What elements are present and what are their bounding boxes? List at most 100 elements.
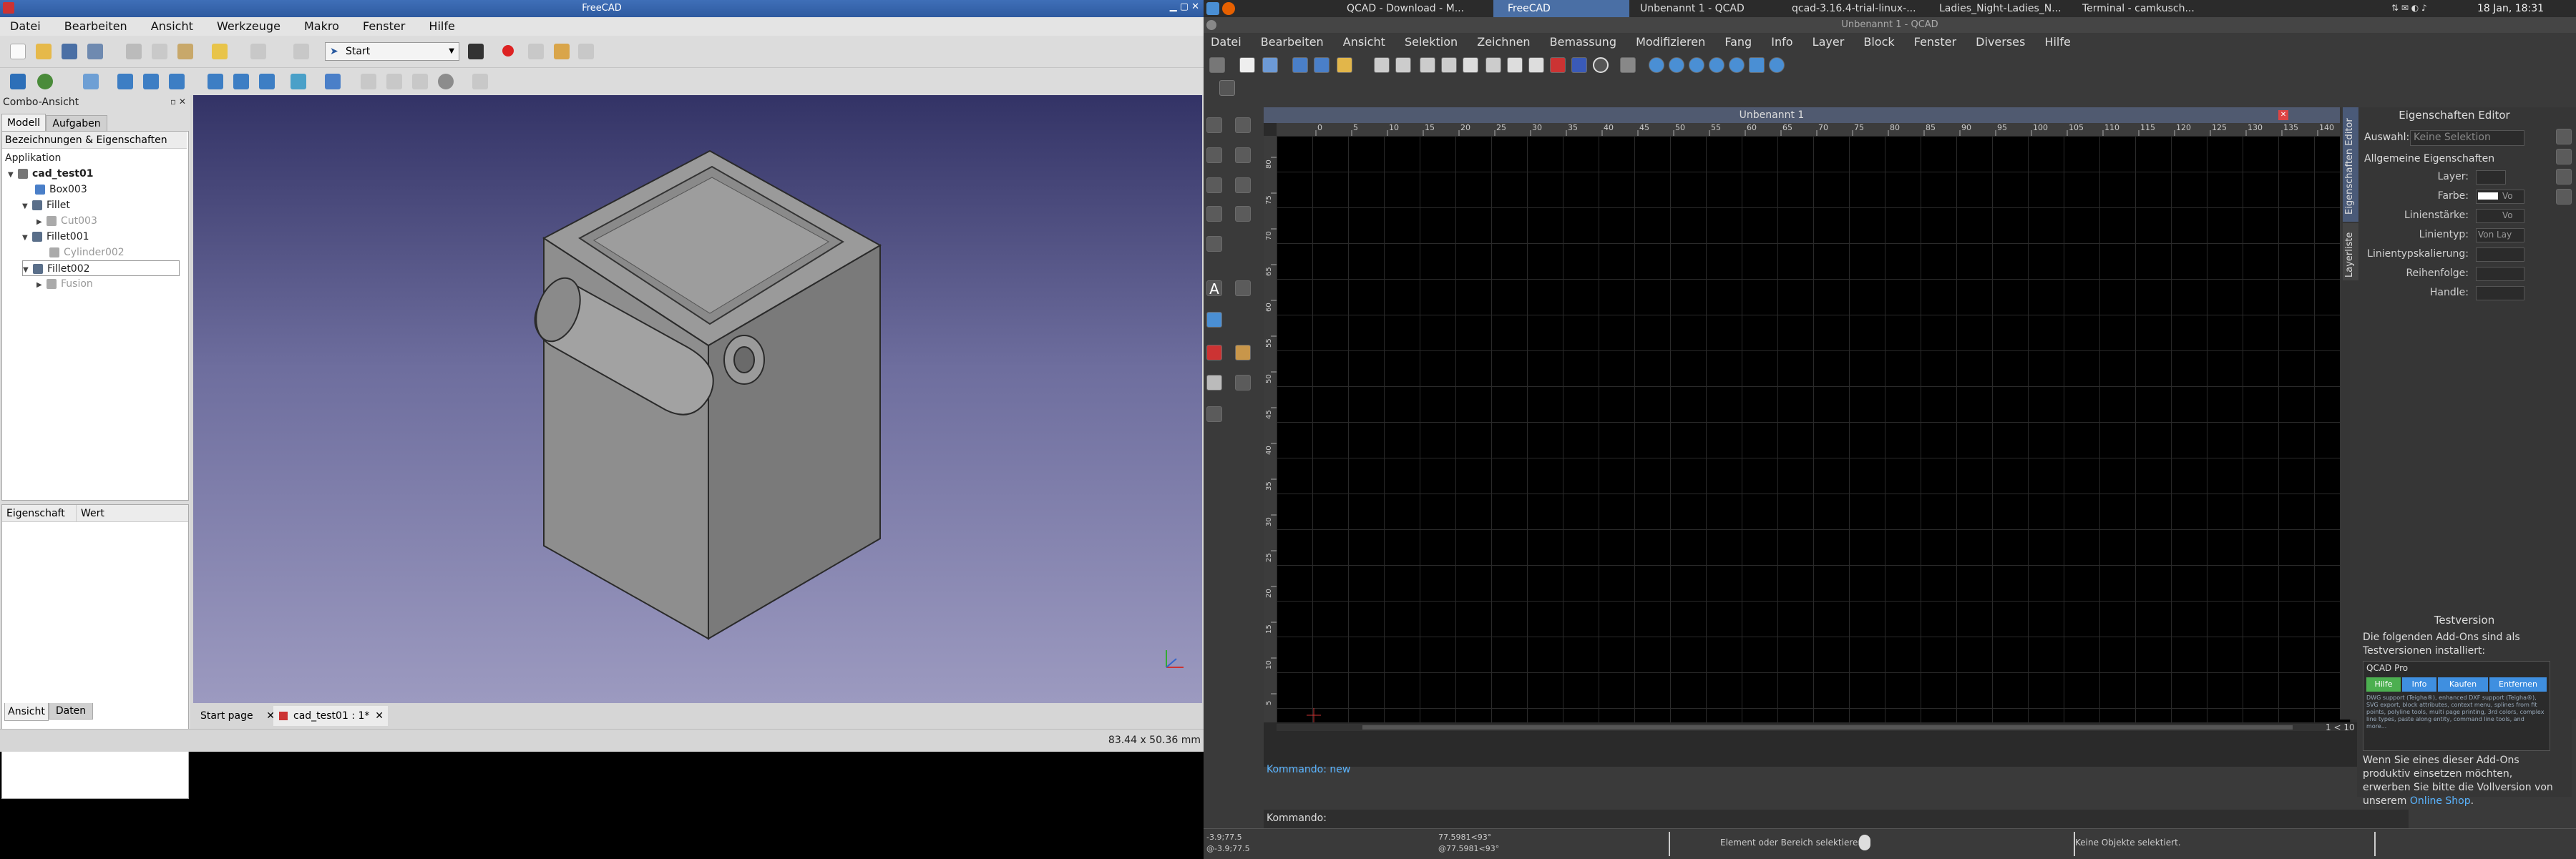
menu-datei[interactable]: Datei <box>10 17 41 36</box>
view-front-icon[interactable] <box>117 74 133 89</box>
menu-block[interactable]: Block <box>1863 33 1894 51</box>
tree-item-cylinder002[interactable]: Cylinder002 <box>49 245 125 260</box>
menu-bearbeiten[interactable]: Bearbeiten <box>64 17 127 36</box>
dimension-tool-icon[interactable] <box>1235 280 1251 296</box>
fit-all-icon[interactable] <box>10 74 26 89</box>
3d-model[interactable] <box>193 95 1202 703</box>
menu-fenster[interactable]: Fenster <box>363 17 405 36</box>
taskbar-item-1[interactable]: FreeCAD <box>1493 0 1629 17</box>
copy-icon[interactable] <box>1507 57 1523 73</box>
filter-icon[interactable] <box>2556 129 2572 144</box>
addon-info-button[interactable]: Info <box>2402 677 2436 692</box>
pen-icon[interactable] <box>1550 57 1566 73</box>
app-menu-icon[interactable] <box>1206 2 1219 15</box>
chevron-right-icon[interactable]: ▶ <box>36 215 47 230</box>
zoom-prev-icon[interactable] <box>1729 57 1745 73</box>
measure-icon[interactable] <box>291 74 306 89</box>
save-icon[interactable] <box>62 44 77 59</box>
menu-selektion[interactable]: Selektion <box>1405 33 1458 51</box>
text-icon[interactable] <box>2556 149 2572 165</box>
save-as-icon[interactable] <box>87 44 103 59</box>
menu-fenster[interactable]: Fenster <box>1914 33 1956 51</box>
block-tool-icon[interactable] <box>1206 406 1222 422</box>
drawing-canvas[interactable] <box>1277 136 2350 722</box>
field-farbe-value[interactable]: Vo <box>2476 190 2524 204</box>
tab-cad-test01[interactable]: cad_test01 : 1* ✕ <box>273 706 388 726</box>
zoom-icon[interactable] <box>2556 189 2572 205</box>
tab-daten[interactable]: Daten <box>49 703 93 720</box>
zoom-selection-icon[interactable] <box>1749 57 1765 73</box>
view-bottom-icon[interactable] <box>233 74 249 89</box>
tree-item-cad-test01[interactable]: ▼ cad_test01 <box>8 166 93 182</box>
menu-hilfe[interactable]: Hilfe <box>429 17 454 36</box>
redo-icon[interactable] <box>250 44 266 59</box>
close-icon[interactable]: ✕ <box>2278 110 2288 120</box>
block-icon[interactable] <box>1571 57 1587 73</box>
view-left-icon[interactable] <box>259 74 275 89</box>
chevron-down-icon[interactable]: ▼ <box>23 262 33 278</box>
menu-datei[interactable]: Datei <box>1211 33 1241 51</box>
scroll-thumb[interactable] <box>1362 725 2293 730</box>
list-icon[interactable] <box>2556 169 2572 185</box>
field-handle-value[interactable] <box>2476 286 2524 300</box>
macro-stop-icon[interactable] <box>528 44 544 59</box>
tab-modell[interactable]: Modell <box>1 114 46 132</box>
field-linientypskalierung-value[interactable] <box>2476 247 2524 262</box>
pan-icon[interactable] <box>1769 57 1785 73</box>
print-preview-icon[interactable] <box>1395 57 1411 73</box>
combo-close-icon[interactable]: ▫ ✕ <box>170 97 186 107</box>
view-right-icon[interactable] <box>169 74 185 89</box>
tree-item-box003[interactable]: Box003 <box>35 182 87 197</box>
modify-tool-icon[interactable] <box>1206 345 1222 360</box>
macro-run-icon[interactable] <box>578 44 594 59</box>
point-tool-icon[interactable] <box>1206 117 1222 133</box>
circle-tool-icon[interactable] <box>1235 147 1251 163</box>
addon-buy-button[interactable]: Kaufen <box>2438 677 2488 692</box>
menu-hilfe[interactable]: Hilfe <box>2044 33 2070 51</box>
zoom-out-icon[interactable] <box>1669 57 1684 73</box>
menu-werkzeuge[interactable]: Werkzeuge <box>217 17 280 36</box>
menu-makro[interactable]: Makro <box>304 17 339 36</box>
shape-tool-icon[interactable] <box>1235 206 1251 222</box>
field-linientyp-value[interactable]: Von Lay <box>2476 228 2524 242</box>
side-tab-properties[interactable]: Eigenschaften Editor <box>2343 107 2358 222</box>
addon-help-button[interactable]: Hilfe <box>2366 677 2401 692</box>
menu-modifizieren[interactable]: Modifizieren <box>1636 33 1705 51</box>
open-file-icon[interactable] <box>1262 57 1278 73</box>
select-tool-icon[interactable] <box>1235 375 1251 391</box>
cut-icon[interactable] <box>1485 57 1501 73</box>
refresh-icon[interactable] <box>293 44 309 59</box>
browser-icon[interactable] <box>1222 2 1235 15</box>
chevron-down-icon[interactable]: ▼ <box>22 199 32 215</box>
macro-edit-icon[interactable] <box>554 44 570 59</box>
taskbar-item-4[interactable]: Ladies_Night-Ladies_N... <box>1939 0 2082 17</box>
text-tool-icon[interactable]: A <box>1206 280 1222 297</box>
print-icon[interactable] <box>1374 57 1390 73</box>
zoom-in-icon[interactable] <box>1649 57 1664 73</box>
undo-icon[interactable] <box>212 44 228 59</box>
measure-tool-icon[interactable] <box>1235 345 1251 360</box>
paste-icon[interactable] <box>1528 57 1544 73</box>
view-rear-icon[interactable] <box>208 74 223 89</box>
chevron-down-icon[interactable]: ▼ <box>8 167 18 183</box>
tray-icons[interactable]: ⇅ ✉ ◐ ♪ <box>2391 3 2449 14</box>
whats-this-icon[interactable] <box>468 44 484 59</box>
workbench-selector[interactable]: ➤ Start ▼ <box>325 42 459 61</box>
command-line[interactable]: Kommando: <box>1264 810 2409 828</box>
close-icon[interactable]: ✕ <box>375 706 384 726</box>
open-file-icon[interactable] <box>36 44 52 59</box>
menu-bearbeiten[interactable]: Bearbeiten <box>1261 33 1324 51</box>
new-file-icon[interactable] <box>1239 57 1255 73</box>
taskbar-item-0[interactable]: QCAD - Download - M... <box>1347 0 1490 17</box>
grid-icon[interactable] <box>1620 57 1636 73</box>
open-folder-icon[interactable] <box>1337 57 1352 73</box>
link-select-icon[interactable] <box>412 74 428 89</box>
macro-record-icon[interactable] <box>502 45 514 57</box>
view-isometric-icon[interactable] <box>83 74 99 89</box>
paste-icon[interactable] <box>177 44 193 59</box>
menu-bemassung[interactable]: Bemassung <box>1550 33 1616 51</box>
3d-viewport[interactable] <box>193 95 1202 703</box>
menu-layer[interactable]: Layer <box>1813 33 1845 51</box>
zoom-auto-icon[interactable] <box>1709 57 1724 73</box>
view-top-icon[interactable] <box>143 74 159 89</box>
